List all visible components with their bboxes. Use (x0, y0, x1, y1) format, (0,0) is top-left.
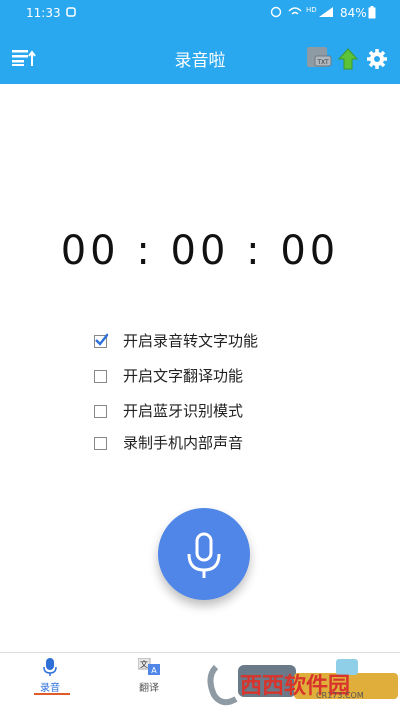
checkbox-text-translate[interactable] (94, 370, 107, 383)
alarm-icon (270, 6, 282, 21)
upload-arrow-icon[interactable] (337, 48, 359, 74)
wifi-icon (288, 6, 302, 21)
option-label: 开启文字翻译功能 (123, 367, 244, 385)
option-text-translate[interactable]: 开启文字翻译功能 (94, 365, 243, 386)
svg-text:TXT: TXT (316, 59, 329, 66)
status-time: 11:33 (26, 6, 61, 20)
active-tab-indicator (34, 693, 70, 695)
status-bar: 11:33 HD 84% (0, 0, 400, 28)
checkbox-speech-to-text[interactable] (94, 333, 108, 348)
signal-icon (318, 6, 334, 21)
checkbox-internal-audio[interactable] (94, 437, 107, 450)
battery-text: 84% (340, 6, 367, 20)
tab-record[interactable]: 录音 (40, 679, 60, 694)
option-internal-audio[interactable]: 录制手机内部声音 (94, 432, 243, 453)
tab-translate[interactable]: 翻译 (139, 679, 159, 694)
file-icon[interactable]: TXT (306, 46, 332, 74)
option-label: 开启录音转文字功能 (123, 332, 259, 350)
option-speech-to-text[interactable]: 开启录音转文字功能 (94, 330, 258, 351)
option-label: 开启蓝牙识别模式 (123, 402, 244, 420)
watermark-logo: 西西软件园 CR173.COM (206, 655, 400, 710)
svg-text:A: A (151, 666, 157, 675)
hd-icon: HD (306, 6, 317, 14)
checkbox-bluetooth[interactable] (94, 405, 107, 418)
microphone-icon (187, 532, 221, 578)
option-label: 录制手机内部声音 (123, 434, 244, 452)
notification-icon (66, 6, 76, 21)
battery-icon (368, 6, 376, 22)
option-bluetooth[interactable]: 开启蓝牙识别模式 (94, 400, 243, 421)
mic-icon (43, 658, 57, 680)
record-button[interactable] (158, 508, 250, 600)
translate-icon: 文 A (137, 657, 160, 680)
gear-icon[interactable] (366, 48, 388, 74)
svg-text:文: 文 (140, 659, 148, 669)
recording-timer: 00 : 00 : 00 (60, 228, 340, 274)
app-bar: 录音啦 TXT (0, 28, 400, 84)
watermark-url: CR173.COM (316, 691, 364, 700)
